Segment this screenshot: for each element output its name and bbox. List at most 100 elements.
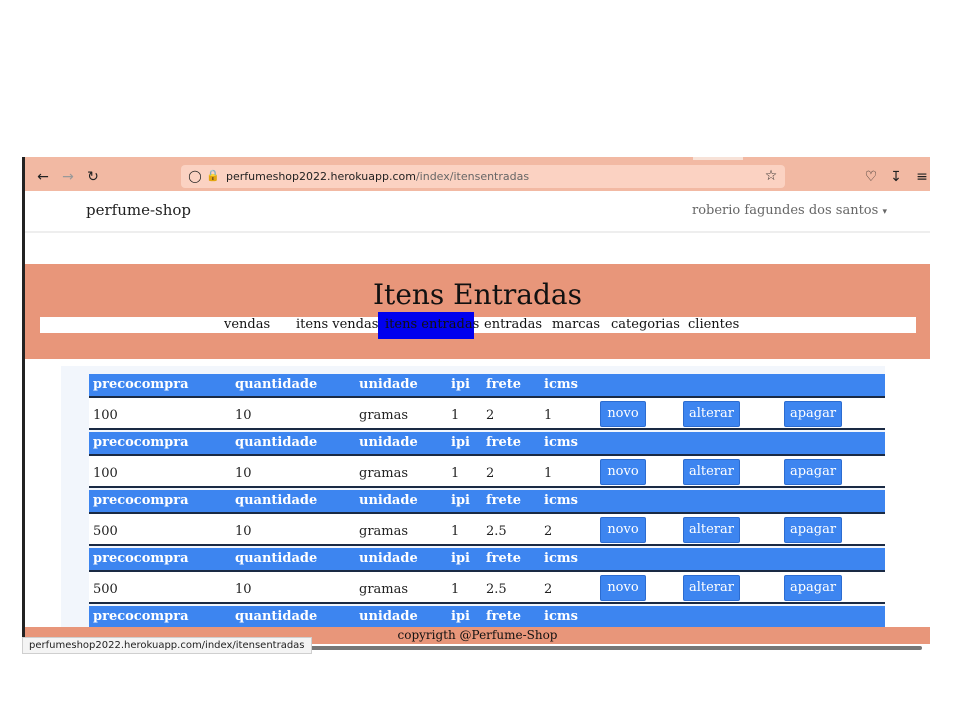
table-row: 500 10 gramas 1 2.5 2 novo alterar apagar bbox=[89, 570, 885, 604]
column-header-unidade: unidade bbox=[359, 377, 418, 392]
table-header: precocompra quantidade unidade ipi frete icms bbox=[89, 490, 885, 512]
column-header-icms: icms bbox=[544, 377, 578, 392]
column-header-quantidade: quantidade bbox=[235, 435, 318, 450]
column-header-unidade: unidade bbox=[359, 551, 418, 566]
download-icon[interactable]: ↧ bbox=[886, 167, 906, 187]
menu-item-clientes[interactable]: clientes bbox=[688, 317, 739, 333]
page-header: Itens Entradas vendas itens vendas itens… bbox=[25, 264, 930, 359]
column-header-precocompra: precocompra bbox=[93, 609, 189, 624]
menu-item-itens-entradas[interactable]: itens entradas bbox=[385, 317, 479, 333]
link-status-bar: perfumeshop2022.herokuapp.com/index/iten… bbox=[22, 637, 312, 654]
cell-quantidade: 10 bbox=[235, 524, 252, 539]
cell-precocompra: 500 bbox=[93, 524, 118, 539]
pocket-icon[interactable]: ♡ bbox=[861, 167, 881, 187]
cell-quantidade: 10 bbox=[235, 408, 252, 423]
table-row: 100 10 gramas 1 2 1 novo alterar apagar bbox=[89, 454, 885, 488]
column-header-precocompra: precocompra bbox=[93, 493, 189, 508]
column-header-ipi: ipi bbox=[451, 609, 470, 624]
menu-item-itens-vendas[interactable]: itens vendas bbox=[296, 317, 378, 333]
url-domain: perfumeshop2022.herokuapp.com bbox=[226, 170, 416, 183]
alterar-button[interactable]: alterar bbox=[683, 517, 740, 543]
table-header: precocompra quantidade unidade ipi frete icms bbox=[89, 606, 885, 628]
column-header-frete: frete bbox=[486, 551, 521, 566]
menu-item-marcas[interactable]: marcas bbox=[552, 317, 600, 333]
url-path: /index/itensentradas bbox=[415, 170, 530, 183]
table-row: 100 10 gramas 1 2 1 novo alterar apagar bbox=[89, 396, 885, 430]
cell-unidade: gramas bbox=[359, 524, 409, 539]
column-header-ipi: ipi bbox=[451, 435, 470, 450]
reload-icon[interactable]: ↻ bbox=[83, 167, 103, 187]
column-header-unidade: unidade bbox=[359, 435, 418, 450]
apagar-button[interactable]: apagar bbox=[784, 401, 842, 427]
column-header-frete: frete bbox=[486, 609, 521, 624]
cell-precocompra: 100 bbox=[93, 408, 118, 423]
column-header-quantidade: quantidade bbox=[235, 551, 318, 566]
novo-button[interactable]: novo bbox=[600, 401, 646, 427]
cell-quantidade: 10 bbox=[235, 582, 252, 597]
column-header-frete: frete bbox=[486, 435, 521, 450]
column-header-precocompra: precocompra bbox=[93, 435, 189, 450]
cell-ipi: 1 bbox=[451, 582, 460, 597]
shield-icon[interactable]: ◯ bbox=[185, 166, 205, 186]
column-header-icms: icms bbox=[544, 435, 578, 450]
alterar-button[interactable]: alterar bbox=[683, 575, 740, 601]
column-header-ipi: ipi bbox=[451, 377, 470, 392]
forward-arrow-icon[interactable]: → bbox=[58, 167, 78, 187]
user-name: roberio fagundes dos santos bbox=[692, 203, 879, 218]
cell-ipi: 1 bbox=[451, 524, 460, 539]
column-header-icms: icms bbox=[544, 493, 578, 508]
brand-link[interactable]: perfume-shop bbox=[86, 201, 191, 219]
browser-toolbar: ← → ↻ ◯ 🔒 perfumeshop2022.herokuapp.com/… bbox=[25, 163, 930, 191]
cell-ipi: 1 bbox=[451, 408, 460, 423]
cell-precocompra: 100 bbox=[93, 466, 118, 481]
back-arrow-icon[interactable]: ← bbox=[33, 167, 53, 187]
cell-precocompra: 500 bbox=[93, 582, 118, 597]
table-row: 500 10 gramas 1 2.5 2 novo alterar apagar bbox=[89, 512, 885, 546]
menu-item-vendas[interactable]: vendas bbox=[224, 317, 270, 333]
cell-icms: 2 bbox=[544, 524, 553, 539]
column-header-ipi: ipi bbox=[451, 551, 470, 566]
column-header-icms: icms bbox=[544, 609, 578, 624]
column-header-quantidade: quantidade bbox=[235, 609, 318, 624]
column-header-icms: icms bbox=[544, 551, 578, 566]
alterar-button[interactable]: alterar bbox=[683, 401, 740, 427]
cell-icms: 1 bbox=[544, 466, 553, 481]
apagar-button[interactable]: apagar bbox=[784, 459, 842, 485]
cell-unidade: gramas bbox=[359, 466, 409, 481]
column-header-precocompra: precocompra bbox=[93, 377, 189, 392]
column-header-frete: frete bbox=[486, 377, 521, 392]
novo-button[interactable]: novo bbox=[600, 459, 646, 485]
cell-frete: 2 bbox=[486, 408, 495, 423]
url-text[interactable]: perfumeshop2022.herokuapp.com/index/iten… bbox=[226, 165, 529, 188]
site-navbar: perfume-shop roberio fagundes dos santos… bbox=[25, 191, 930, 233]
caret-down-icon: ▾ bbox=[882, 207, 887, 217]
column-header-unidade: unidade bbox=[359, 493, 418, 508]
menu-item-categorias[interactable]: categorias bbox=[611, 317, 680, 333]
cell-frete: 2 bbox=[486, 466, 495, 481]
cell-icms: 1 bbox=[544, 408, 553, 423]
column-header-quantidade: quantidade bbox=[235, 377, 318, 392]
apagar-button[interactable]: apagar bbox=[784, 517, 842, 543]
user-dropdown[interactable]: roberio fagundes dos santos ▾ bbox=[692, 203, 887, 218]
novo-button[interactable]: novo bbox=[600, 517, 646, 543]
table-header: precocompra quantidade unidade ipi frete icms bbox=[89, 374, 885, 396]
url-bar[interactable]: ◯ 🔒 perfumeshop2022.herokuapp.com/index/… bbox=[181, 165, 785, 188]
cell-frete: 2.5 bbox=[486, 524, 507, 539]
active-tab[interactable] bbox=[693, 157, 743, 160]
column-header-frete: frete bbox=[486, 493, 521, 508]
apagar-button[interactable]: apagar bbox=[784, 575, 842, 601]
lock-icon[interactable]: 🔒 bbox=[203, 166, 223, 186]
bookmark-star-icon[interactable]: ☆ bbox=[761, 166, 781, 186]
menu-hamburger-icon[interactable]: ≡ bbox=[912, 167, 932, 187]
novo-button[interactable]: novo bbox=[600, 575, 646, 601]
horizontal-scrollbar[interactable] bbox=[292, 646, 922, 650]
column-header-unidade: unidade bbox=[359, 609, 418, 624]
column-header-ipi: ipi bbox=[451, 493, 470, 508]
alterar-button[interactable]: alterar bbox=[683, 459, 740, 485]
cell-unidade: gramas bbox=[359, 582, 409, 597]
cell-quantidade: 10 bbox=[235, 466, 252, 481]
cell-icms: 2 bbox=[544, 582, 553, 597]
cell-frete: 2.5 bbox=[486, 582, 507, 597]
menu-item-entradas[interactable]: entradas bbox=[484, 317, 542, 333]
cell-unidade: gramas bbox=[359, 408, 409, 423]
